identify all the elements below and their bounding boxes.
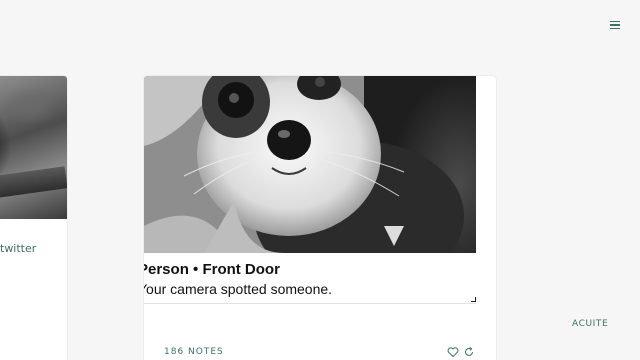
twitter-link[interactable]: twitter bbox=[0, 242, 36, 255]
resize-handle-icon[interactable] bbox=[471, 297, 476, 302]
branch-shape bbox=[0, 166, 67, 203]
theme-credit-link[interactable]: ACUITE bbox=[572, 319, 608, 329]
red-panda-illustration bbox=[144, 76, 476, 253]
post-photo-red-panda[interactable] bbox=[144, 76, 476, 253]
reblog-icon[interactable] bbox=[463, 346, 475, 358]
post-card-red-panda: Person • Front Door Your camera spotted … bbox=[144, 76, 496, 360]
hamburger-menu-icon[interactable] bbox=[610, 18, 624, 32]
notification-body: Your camera spotted someone. bbox=[144, 281, 333, 297]
notification-banner[interactable]: Person • Front Door Your camera spotted … bbox=[144, 260, 476, 304]
notes-count-link[interactable]: 186 NOTES bbox=[164, 347, 224, 357]
post-card-previous: twitter bbox=[0, 76, 67, 360]
heart-icon[interactable] bbox=[447, 346, 459, 358]
notification-title: Person • Front Door bbox=[144, 261, 280, 278]
page: twitter Person • Front Door Your camera … bbox=[0, 0, 640, 360]
post-photo-tree-branch[interactable] bbox=[0, 76, 67, 219]
